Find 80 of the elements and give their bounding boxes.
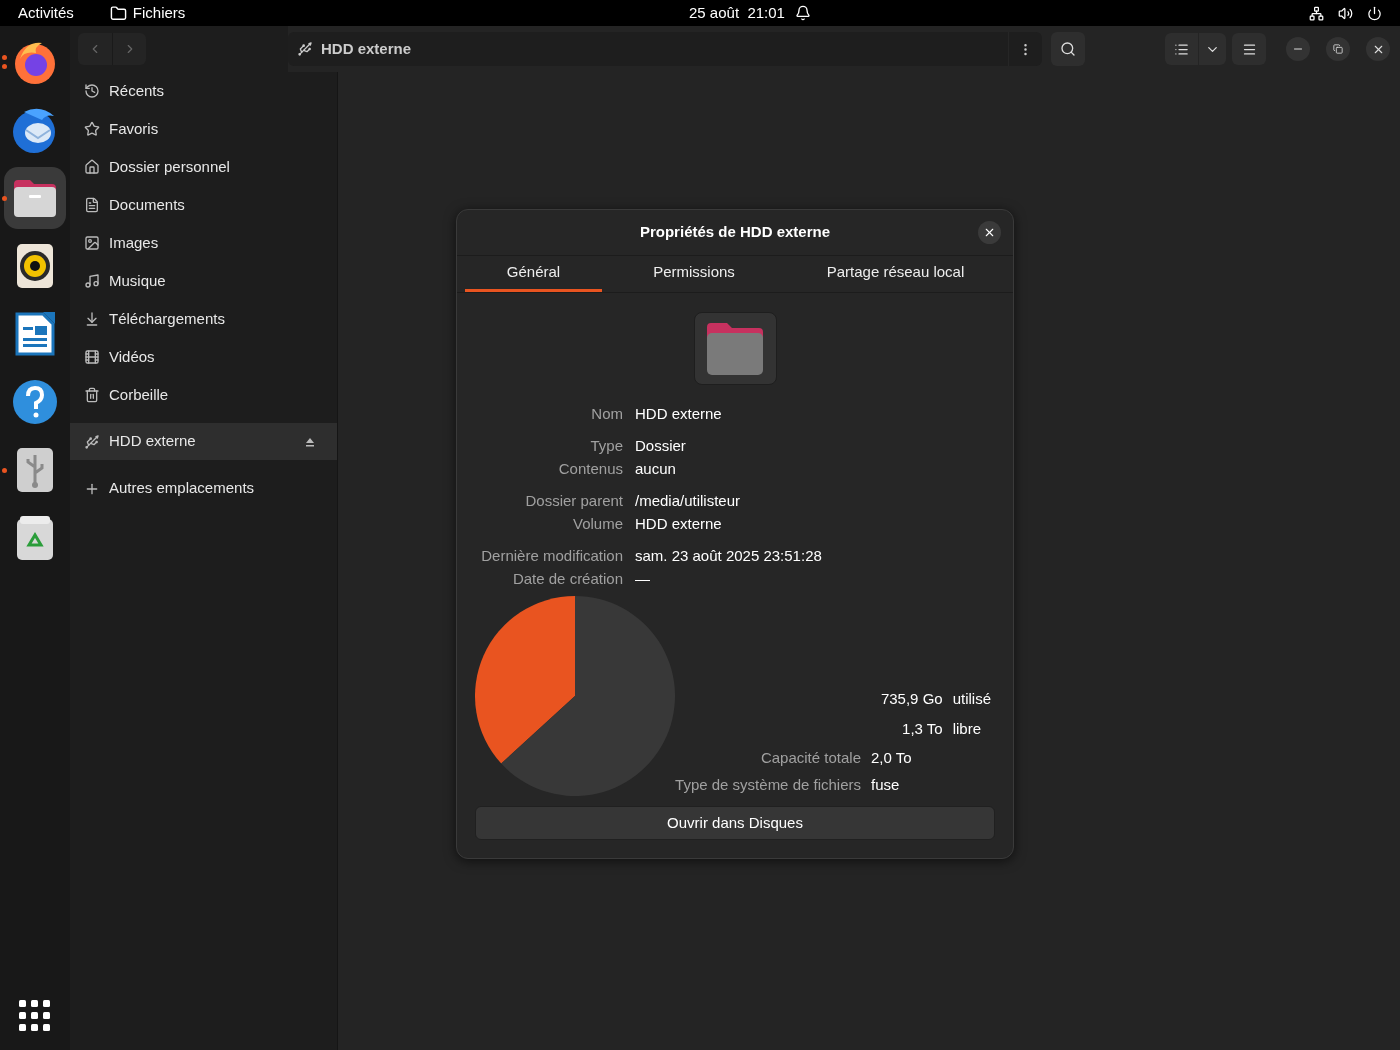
- sidebar-item[interactable]: Musique: [70, 262, 337, 300]
- app-menu[interactable]: Fichiers: [132, 1, 186, 25]
- sidebar-item[interactable]: Autres emplacements: [70, 470, 337, 507]
- tab[interactable]: Partage réseau local: [786, 256, 1005, 292]
- menu-icon: [1241, 41, 1257, 57]
- property-label: Volume: [571, 514, 623, 534]
- usb-icon: [297, 41, 313, 57]
- music-note-icon: [84, 273, 100, 289]
- folder-icon: [707, 322, 763, 375]
- view-list-button[interactable]: [1165, 33, 1198, 65]
- property-label: Type de système de fichiers: [675, 775, 861, 795]
- open-in-disks-button[interactable]: Ouvrir dans Disques: [475, 806, 995, 840]
- property-label: Nom: [590, 404, 623, 424]
- maximize-button[interactable]: [1326, 37, 1350, 61]
- property-value: HDD externe: [635, 404, 723, 424]
- sidebar-item[interactable]: HDD externe: [70, 423, 337, 460]
- clock[interactable]: 25 août 21:01: [689, 1, 785, 25]
- sidebar-item[interactable]: Favoris: [70, 110, 337, 148]
- document-icon: [84, 197, 100, 213]
- trash-icon: [84, 387, 100, 403]
- usb-icon: [84, 433, 100, 450]
- tab[interactable]: Général: [465, 256, 602, 292]
- menu-button[interactable]: [1232, 33, 1266, 65]
- sidebar-item[interactable]: Récents: [70, 72, 337, 110]
- sidebar-item[interactable]: Corbeille: [70, 376, 337, 414]
- free-label: libre: [952, 719, 982, 739]
- free-amount: 1,3 To: [901, 719, 943, 739]
- property-label: Dossier parent: [524, 491, 623, 511]
- app-grid-icon[interactable]: [19, 1000, 51, 1032]
- folder-icon: [12, 178, 58, 218]
- close-button[interactable]: [978, 221, 1001, 244]
- sidebar-item[interactable]: Vidéos: [70, 338, 337, 376]
- used-label: utilisé: [952, 689, 991, 709]
- activities-button[interactable]: Activités: [18, 1, 74, 25]
- clock-icon: [84, 83, 100, 99]
- property-value: /media/utilisteur: [635, 491, 742, 511]
- property-label: Dernière modification: [480, 546, 623, 566]
- tab[interactable]: Permissions: [602, 256, 786, 292]
- eject-icon[interactable]: [305, 436, 315, 447]
- property-value: aucun: [635, 459, 677, 479]
- image-icon: [84, 235, 100, 251]
- volume-icon[interactable]: [1338, 5, 1353, 21]
- folder-icon: [109, 4, 127, 22]
- sidebar-item[interactable]: Téléchargements: [70, 300, 337, 338]
- close-button[interactable]: [1366, 37, 1390, 61]
- network-icon[interactable]: [1309, 5, 1324, 21]
- path-bar[interactable]: HDD externe: [288, 32, 1042, 66]
- used-amount: 735,9 Go: [880, 689, 943, 709]
- home-icon: [84, 159, 100, 175]
- speaker-icon: [16, 243, 54, 289]
- property-value: fuse: [871, 775, 901, 795]
- property-value: Dossier: [635, 436, 687, 456]
- star-icon: [84, 121, 100, 137]
- property-value: HDD externe: [635, 514, 723, 534]
- property-label: Type: [589, 436, 623, 456]
- sidebar-item[interactable]: Images: [70, 224, 337, 262]
- bell-icon: [794, 5, 811, 21]
- restore-icon: [1333, 44, 1343, 54]
- document-icon: [15, 311, 55, 357]
- search-button[interactable]: [1051, 32, 1085, 66]
- sidebar-item[interactable]: Dossier personnel: [70, 148, 337, 186]
- minimize-button[interactable]: [1286, 37, 1310, 61]
- power-icon[interactable]: [1367, 5, 1382, 21]
- list-icon: [1174, 41, 1189, 57]
- sidebar-item[interactable]: Documents: [70, 186, 337, 224]
- usb-drive-icon: [16, 447, 54, 493]
- dialog-title: Propriétés de HDD externe: [639, 222, 831, 243]
- search-icon: [1060, 41, 1076, 57]
- film-icon: [84, 349, 100, 365]
- property-value: sam. 23 août 2025 23:51:28: [635, 546, 823, 566]
- download-icon: [84, 311, 100, 327]
- recycle-bin-icon: [16, 515, 54, 561]
- property-label: Date de création: [511, 569, 623, 589]
- dock-app-button[interactable]: [4, 167, 66, 229]
- property-label: Capacité totale: [759, 748, 861, 768]
- property-value: 2,0 To: [871, 748, 913, 768]
- property-label: Contenus: [557, 459, 623, 479]
- close-icon: [983, 226, 996, 239]
- property-value: —: [635, 569, 651, 589]
- help-icon: [12, 379, 58, 425]
